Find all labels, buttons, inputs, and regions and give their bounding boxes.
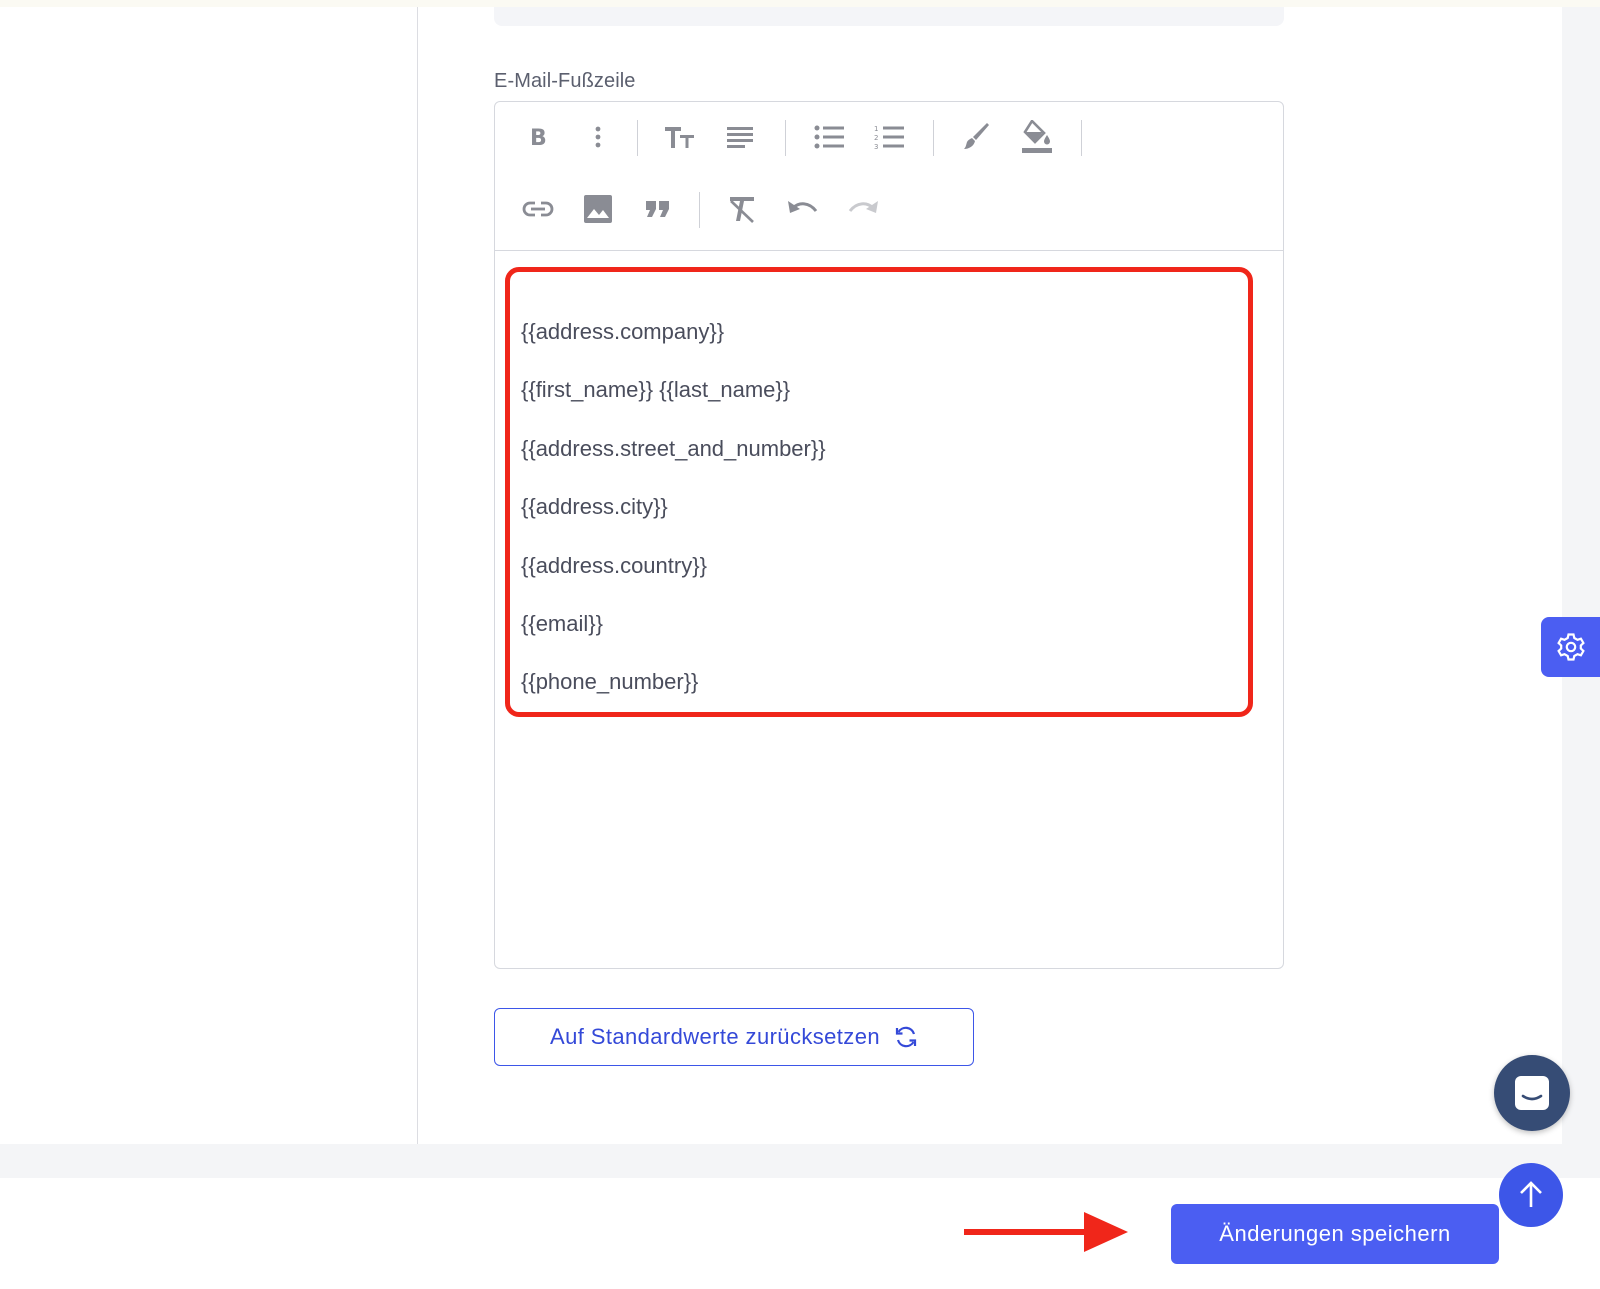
quote-button[interactable]	[638, 189, 678, 229]
email-footer-label: E-Mail-Fußzeile	[494, 70, 636, 92]
clear-format-icon	[730, 197, 754, 223]
refresh-icon	[895, 1026, 917, 1048]
svg-text:3: 3	[874, 143, 878, 150]
fill-color-button[interactable]	[1017, 117, 1057, 157]
numbered-list-icon: 123	[874, 125, 904, 150]
settings-tab[interactable]	[1541, 617, 1600, 677]
gear-icon	[1556, 633, 1585, 661]
toolbar-separator	[699, 192, 700, 228]
email-footer-editor: B 123 {{address.company}} {{first_name}}…	[494, 101, 1284, 969]
fill-color-icon	[1022, 120, 1052, 153]
text-size-icon	[665, 127, 694, 148]
align-icon	[727, 127, 753, 148]
redo-icon	[848, 201, 878, 213]
image-icon	[584, 195, 612, 223]
svg-text:2: 2	[874, 134, 878, 142]
arrow-annotation	[964, 1212, 1128, 1252]
svg-text:B: B	[530, 126, 547, 149]
more-vertical-icon	[595, 126, 601, 148]
numbered-list-button[interactable]: 123	[869, 117, 909, 157]
link-button[interactable]	[518, 189, 558, 229]
reset-defaults-label: Auf Standardwerte zurücksetzen	[550, 1024, 880, 1049]
text-size-button[interactable]	[660, 117, 700, 157]
arrow-up-icon	[1520, 1181, 1542, 1207]
toolbar-separator	[637, 120, 638, 156]
footer-line: {{address.city}}	[521, 494, 668, 519]
svg-text:1: 1	[874, 125, 878, 133]
more-options-button[interactable]	[578, 117, 618, 157]
link-icon	[522, 201, 554, 217]
scroll-to-top-button[interactable]	[1499, 1163, 1563, 1227]
toolbar-separator	[1081, 120, 1082, 156]
right-gutter	[1562, 7, 1600, 1144]
clear-format-button[interactable]	[722, 189, 762, 229]
chat-icon	[1515, 1076, 1549, 1110]
save-changes-label: Änderungen speichern	[1219, 1221, 1451, 1246]
footer-line: {{address.street_and_number}}	[521, 436, 826, 461]
footer-line: {{address.company}}	[521, 319, 725, 344]
brush-icon	[964, 123, 989, 149]
editor-toolbar: B 123	[495, 102, 1283, 251]
undo-button[interactable]	[783, 189, 823, 229]
bulleted-list-button[interactable]	[809, 117, 849, 157]
chat-launcher-button[interactable]	[1494, 1055, 1570, 1131]
align-button[interactable]	[720, 117, 760, 157]
bulleted-list-icon	[814, 125, 844, 149]
image-button[interactable]	[578, 189, 618, 229]
redo-button[interactable]	[843, 189, 883, 229]
text-color-button[interactable]	[957, 117, 997, 157]
footer-line: {{phone_number}}	[521, 669, 699, 694]
left-panel	[0, 7, 417, 1144]
quote-icon	[646, 201, 669, 217]
toolbar-separator	[785, 120, 786, 156]
footer-line: {{first_name}} {{last_name}}	[521, 377, 791, 402]
bold-button[interactable]: B	[518, 117, 558, 157]
previous-field-bottom	[494, 7, 1284, 26]
editor-content[interactable]: {{address.company}} {{first_name}} {{las…	[495, 251, 1283, 967]
footer-line: {{address.country}}	[521, 553, 707, 578]
toolbar-separator	[933, 120, 934, 156]
save-changes-button[interactable]: Änderungen speichern	[1171, 1204, 1499, 1264]
footer-line: {{email}}	[521, 611, 603, 636]
bold-icon: B	[530, 126, 547, 149]
reset-defaults-button[interactable]: Auf Standardwerte zurücksetzen	[494, 1008, 974, 1066]
undo-icon	[788, 201, 818, 213]
